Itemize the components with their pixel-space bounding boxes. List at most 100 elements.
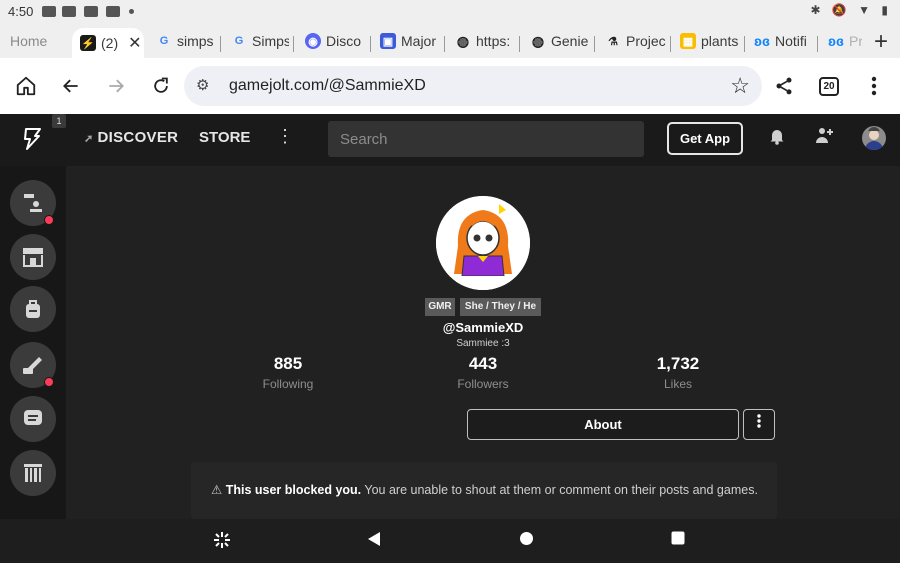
notification-dot [44, 377, 54, 387]
forward-button[interactable] [102, 72, 130, 100]
profile-more-button[interactable] [743, 409, 775, 440]
butterfly-icon: ʚɞ [828, 33, 844, 49]
clock: 4:50 [8, 4, 34, 19]
profile-main: GMR She / They / He @SammieXD Sammiee :3… [66, 166, 900, 519]
profile-username: @SammieXD [442, 320, 524, 335]
tab-divider [370, 36, 371, 52]
more-vertical-icon [871, 76, 877, 96]
flask-icon: ⚗ [608, 35, 618, 48]
discord-icon: ◉ [305, 33, 321, 49]
stat-followers[interactable]: 443 Followers [423, 354, 543, 391]
sidebar-item-chat[interactable] [10, 396, 56, 442]
tab-divider [594, 36, 595, 52]
tab-label: Projec [626, 33, 666, 49]
compass-icon: ➚ [84, 133, 94, 145]
site-header: 1 ➚DISCOVER STORE ⋮ Get App [0, 114, 900, 166]
backpack-icon [26, 300, 40, 318]
blocked-notice: ⚠ This user blocked you. You are unable … [191, 462, 777, 519]
gamejolt-favicon-icon: ⚡ [80, 35, 96, 51]
nav-store[interactable]: STORE [199, 129, 250, 146]
reload-icon [154, 77, 168, 93]
library-icon [24, 464, 42, 482]
chat-icon [24, 410, 42, 425]
tab-major[interactable]: ▣ Major [380, 28, 442, 54]
sidebar-item-inventory[interactable] [10, 286, 56, 332]
sidebar-item-library[interactable] [10, 450, 56, 496]
quill-icon [23, 357, 42, 374]
stat-value: 1,732 [656, 354, 700, 373]
reload-button[interactable] [147, 72, 175, 100]
storefront-icon [23, 248, 43, 267]
profile-display-name: Sammiee :3 [456, 338, 510, 349]
stat-label: Following [262, 377, 314, 391]
nav-discover-label: DISCOVER [97, 129, 179, 146]
stat-likes[interactable]: 1,732 Likes [618, 354, 738, 391]
tab-label: Pr [849, 33, 862, 49]
friends-icon[interactable] [815, 126, 835, 149]
tag-pronouns: She / They / He [460, 298, 541, 316]
more-vertical-icon [757, 414, 761, 428]
share-icon [776, 77, 792, 95]
stat-following[interactable]: 885 Following [228, 354, 348, 391]
google-icon: G [234, 35, 244, 47]
stat-label: Likes [663, 377, 692, 391]
assistant-icon[interactable] [213, 531, 231, 554]
tab-discord[interactable]: ◉ Disco [305, 28, 367, 54]
about-button[interactable]: About [467, 409, 739, 440]
url-text[interactable]: gamejolt.com/@SammieXD [229, 77, 426, 95]
bookmark-star-icon[interactable]: ☆ [730, 73, 750, 99]
address-bar[interactable]: ⚙ gamejolt.com/@SammieXD ☆ [184, 66, 762, 106]
nav-more-icon[interactable]: ⋮ [276, 126, 294, 147]
back-triangle-icon[interactable] [367, 531, 381, 552]
profile-avatar[interactable] [436, 196, 530, 290]
recents-square-icon[interactable] [671, 531, 685, 550]
tab-google-simps-2[interactable]: G Simps [231, 28, 289, 54]
tab-gamejolt-active[interactable]: ⚡ (2) ✕ [72, 28, 144, 58]
user-avatar[interactable] [862, 126, 886, 150]
sidebar-item-store[interactable] [10, 234, 56, 280]
tab-switcher-button[interactable]: 20 [819, 77, 839, 96]
share-button[interactable] [770, 72, 798, 100]
stat-value: 885 [273, 354, 303, 373]
youtube-notification-icon [62, 6, 76, 17]
tab-project[interactable]: ⚗ Projec [605, 28, 667, 54]
tab-home[interactable]: Home [10, 28, 65, 54]
site-settings-icon[interactable]: ⚙ [196, 76, 209, 94]
tab-label: Simps [252, 33, 289, 49]
tab-profile[interactable]: ʚɞ Pr [828, 28, 862, 54]
tab-https[interactable]: ◍ https: [455, 28, 515, 54]
tab-label: Home [10, 33, 48, 49]
tab-plants[interactable]: ▦ plants [680, 28, 740, 54]
close-tab-icon[interactable]: ✕ [128, 33, 141, 53]
more-notifications-icon [129, 9, 134, 14]
get-app-button[interactable]: Get App [667, 122, 743, 155]
system-status-icons: ✱ 🔕 ▼ ▮ [810, 3, 892, 17]
tab-notifications[interactable]: ʚɞ Notifi [754, 28, 810, 54]
google-icon: G [159, 35, 169, 47]
home-button[interactable] [12, 72, 40, 100]
home-circle-icon[interactable] [519, 531, 534, 551]
back-button[interactable] [57, 72, 85, 100]
left-sidebar [0, 166, 66, 519]
nav-discover[interactable]: ➚ DISCOVER [84, 129, 178, 146]
tab-divider [293, 36, 294, 52]
feed-icon [24, 194, 42, 212]
gamejolt-logo-icon[interactable] [22, 127, 44, 153]
new-tab-button[interactable]: + [874, 28, 888, 56]
browser-menu-button[interactable] [860, 72, 888, 100]
tab-genie[interactable]: ◍ Genie [530, 28, 590, 54]
tab-label: (2) [101, 35, 119, 51]
blocked-notice-detail: You are unable to shout at them or comme… [361, 483, 758, 497]
activity-count-badge: 1 [52, 114, 66, 128]
youtube-notification-icon [84, 6, 98, 17]
globe-icon: ◍ [531, 32, 545, 49]
tab-google-simps[interactable]: G simps [156, 28, 216, 54]
notifications-bell-icon[interactable] [769, 127, 785, 150]
status-bar: 4:50 ✱ 🔕 ▼ ▮ [0, 0, 900, 24]
arrow-right-icon [109, 79, 124, 93]
site-search-input[interactable] [328, 121, 644, 157]
stat-value: 443 [468, 354, 498, 373]
tab-label: Major [401, 33, 437, 49]
tab-divider [220, 36, 221, 52]
home-icon [16, 76, 36, 96]
